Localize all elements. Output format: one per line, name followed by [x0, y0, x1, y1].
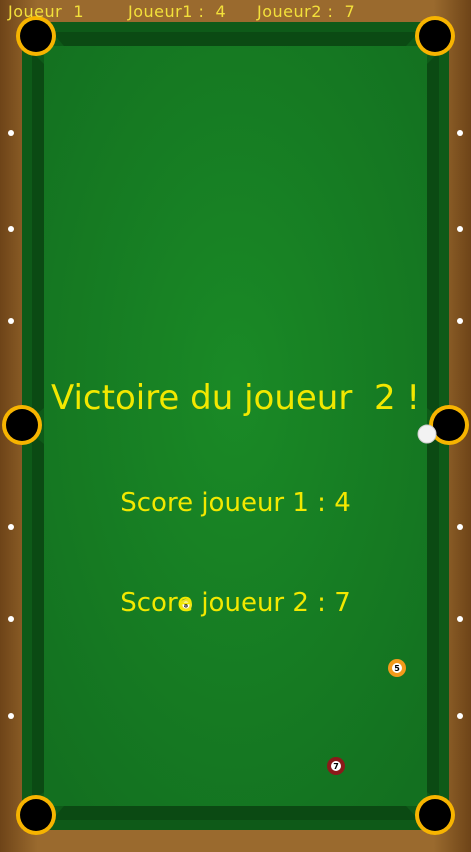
cushion-right-upper [427, 52, 439, 418]
diamond [457, 130, 463, 136]
diamond [8, 130, 14, 136]
diamond [457, 318, 463, 324]
ball-7-number: 7 [333, 762, 339, 771]
diamond [8, 713, 14, 719]
player1-score-label: Joueur1 : 4 [128, 2, 227, 21]
cushion-left-upper [32, 52, 44, 418]
diamond [8, 226, 14, 232]
diamond [8, 318, 14, 324]
final-score-player1: Score joueur 1 : 4 [120, 488, 351, 518]
table-felt [44, 46, 427, 806]
final-score-player2: Score joueur 2 : 7 [120, 588, 351, 618]
diamond [8, 524, 14, 530]
ball-5-number: 5 [394, 664, 400, 673]
pool-table[interactable]: 5 7 8 [0, 0, 471, 852]
diamond [457, 524, 463, 530]
diamond [457, 226, 463, 232]
cue-ball[interactable] [417, 424, 437, 444]
ball-7: 7 [327, 757, 345, 775]
diamond [457, 713, 463, 719]
current-player-label: Joueur 1 [8, 2, 85, 21]
player2-score-label: Joueur2 : 7 [257, 2, 356, 21]
cushion-bottom [52, 806, 419, 820]
victory-message: Victoire du joueur 2 ! [50, 378, 421, 418]
cushion-top [52, 32, 419, 46]
ball-5: 5 [388, 659, 406, 677]
